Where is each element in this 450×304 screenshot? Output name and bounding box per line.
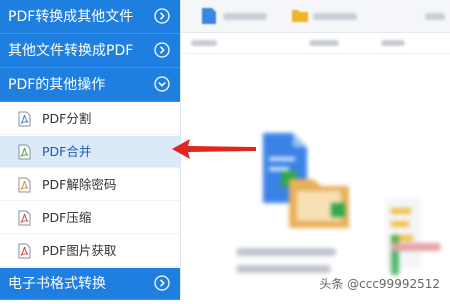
folder-icon (292, 10, 308, 22)
sidebar-item-pdf-merge[interactable]: PDF合并 (0, 136, 180, 168)
drop-area-illustration[interactable] (181, 53, 450, 300)
chevron-right-icon[interactable] (154, 8, 170, 24)
button-label (223, 13, 267, 20)
category-label: 其他文件转换成PDF (8, 43, 134, 59)
column-header-blurred (191, 40, 217, 46)
pdf-file-icon (18, 243, 31, 259)
category-label: 电子书格式转换 (8, 276, 106, 292)
pdf-file-icon (18, 210, 31, 226)
sidebar-item-label: PDF解除密码 (42, 177, 117, 192)
category-ebook-convert[interactable]: 电子书格式转换 (0, 268, 180, 300)
category-label: PDF的其他操作 (8, 77, 106, 93)
pdf-file-icon (18, 177, 31, 193)
category-pdf-other-ops[interactable]: PDF的其他操作 (0, 68, 180, 102)
sidebar-item-label: PDF压缩 (42, 210, 92, 225)
category-pdf-to-other[interactable]: PDF转换成其他文件 (0, 0, 180, 34)
chevron-right-icon[interactable] (154, 275, 170, 291)
sidebar: PDF转换成其他文件 其他文件转换成PDF PDF的其他操作 PDF分割 PDF… (0, 0, 181, 300)
pointer-arrow-icon (172, 139, 256, 159)
chevron-right-icon[interactable] (154, 42, 170, 58)
sidebar-item-pdf-split[interactable]: PDF分割 (0, 103, 180, 135)
category-other-to-pdf[interactable]: 其他文件转换成PDF (0, 34, 180, 68)
column-header-blurred (381, 40, 405, 46)
add-folder-button[interactable] (291, 7, 371, 25)
file-list-header (181, 33, 450, 54)
toolbar-more[interactable] (421, 7, 446, 25)
sidebar-item-pdf-compress[interactable]: PDF压缩 (0, 202, 180, 234)
category-label: PDF转换成其他文件 (8, 9, 134, 25)
pdf-file-icon (18, 111, 31, 127)
sidebar-item-pdf-image-extract[interactable]: PDF图片获取 (0, 235, 180, 267)
watermark: 头条 @ccc99992512 (319, 277, 440, 291)
column-header-blurred (309, 40, 339, 46)
button-label (425, 13, 445, 20)
add-file-button[interactable] (201, 7, 281, 25)
add-file-icon (202, 8, 216, 24)
add-file-icon (236, 133, 441, 275)
button-label (313, 13, 357, 20)
pdf-file-icon (18, 144, 31, 160)
chevron-down-icon[interactable] (154, 76, 170, 92)
sidebar-item-label: PDF合并 (42, 144, 92, 159)
toolbar (181, 0, 450, 33)
sidebar-item-label: PDF分割 (42, 111, 92, 126)
sidebar-item-label: PDF图片获取 (42, 243, 117, 258)
sidebar-item-pdf-remove-password[interactable]: PDF解除密码 (0, 169, 180, 201)
